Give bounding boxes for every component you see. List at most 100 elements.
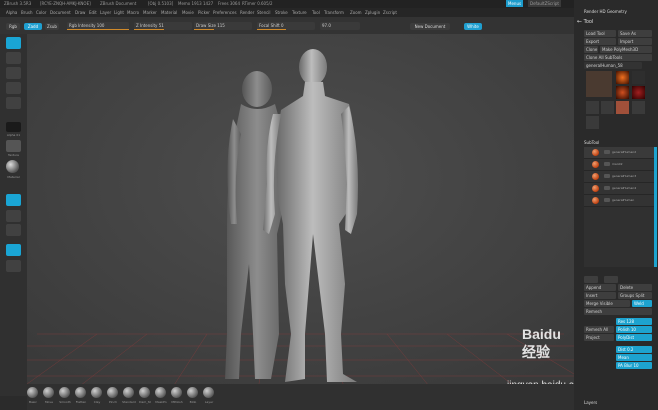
menu-item[interactable]: Brush bbox=[21, 10, 33, 15]
texture-thumbnail[interactable] bbox=[6, 140, 21, 152]
arrow-down-button[interactable] bbox=[604, 276, 618, 283]
tool-thumbnail[interactable] bbox=[632, 86, 645, 99]
load-tool-button[interactable]: Load Tool bbox=[584, 30, 616, 37]
menu-item[interactable]: Movie bbox=[182, 10, 194, 15]
merge-visible-button[interactable]: Merge Visible bbox=[584, 300, 630, 307]
tool-thumbnail[interactable] bbox=[632, 71, 645, 84]
brush-flatten-icon[interactable] bbox=[75, 387, 86, 398]
menu-item[interactable]: Document bbox=[50, 10, 71, 15]
menu-item[interactable]: Draw bbox=[75, 10, 85, 15]
brush-clay-icon[interactable] bbox=[91, 387, 102, 398]
persp-button[interactable] bbox=[6, 194, 21, 206]
menu-item[interactable]: Picker bbox=[198, 10, 210, 15]
tool-thumbnail[interactable] bbox=[616, 101, 629, 114]
brush-maskpen-icon[interactable] bbox=[155, 387, 166, 398]
menu-item[interactable]: Zscript bbox=[383, 10, 397, 15]
draw-mode-button[interactable] bbox=[6, 37, 21, 49]
menus-button[interactable]: Menus bbox=[506, 0, 524, 7]
menu-item[interactable]: Render bbox=[240, 10, 254, 15]
menu-item[interactable]: Stroke bbox=[275, 10, 288, 15]
save-as-button[interactable]: Save As bbox=[618, 30, 652, 37]
tool-thumbnail[interactable] bbox=[616, 71, 629, 84]
clone-all-subtools-button[interactable]: Clone All SubTools bbox=[584, 54, 652, 61]
default-zscript-button[interactable]: DefaultZScript bbox=[528, 0, 561, 7]
draw-size-slider[interactable]: Draw Size 115 bbox=[194, 22, 252, 30]
tool-thumbnail[interactable] bbox=[586, 116, 599, 129]
scale-mode-button[interactable] bbox=[6, 67, 21, 79]
pa-blur-slider[interactable]: PA Blur 10 bbox=[616, 362, 652, 369]
focal-shift-slider[interactable]: Focal Shift 0 bbox=[257, 22, 315, 30]
subtool-row[interactable]: generalHuman bbox=[584, 195, 654, 207]
brush-blob-icon[interactable] bbox=[187, 387, 198, 398]
local-button[interactable] bbox=[6, 224, 21, 236]
insert-button[interactable]: Insert bbox=[584, 292, 616, 299]
zadd-button[interactable]: Zadd bbox=[24, 23, 42, 30]
menu-item[interactable]: Macro bbox=[127, 10, 139, 15]
rgb-intensity-slider[interactable]: Rgb Intensity 100 bbox=[67, 22, 129, 30]
menu-item[interactable]: Transform bbox=[324, 10, 344, 15]
floor-button[interactable] bbox=[6, 210, 21, 222]
brush-smooth-icon[interactable] bbox=[59, 387, 70, 398]
brush-layer-icon[interactable] bbox=[203, 387, 214, 398]
dist-slider[interactable]: Dist 0.2 bbox=[616, 346, 652, 353]
menu-item[interactable]: Color bbox=[36, 10, 46, 15]
move-mode-button[interactable] bbox=[6, 52, 21, 64]
sculpt-canvas[interactable] bbox=[26, 34, 575, 397]
brush-standard-icon[interactable] bbox=[123, 387, 134, 398]
menu-item[interactable]: Texture bbox=[292, 10, 307, 15]
menu-item[interactable]: Zoom bbox=[350, 10, 362, 15]
mean-slider[interactable]: Mean bbox=[616, 354, 652, 361]
new-document-button[interactable]: New Document bbox=[410, 23, 450, 30]
tool-thumbnail[interactable] bbox=[616, 86, 629, 99]
clone-button[interactable]: Clone bbox=[584, 46, 598, 53]
subtool-row[interactable]: generalHuman3 bbox=[584, 171, 654, 183]
tool-thumbnail[interactable] bbox=[601, 101, 614, 114]
visibility-toggle[interactable] bbox=[604, 186, 610, 190]
zsub-button[interactable]: Zsub bbox=[45, 23, 59, 30]
rgb-button[interactable]: Rgb bbox=[6, 23, 20, 30]
visibility-toggle[interactable] bbox=[604, 150, 610, 154]
edit-mode-button[interactable] bbox=[6, 97, 21, 109]
rotate-mode-button[interactable] bbox=[6, 82, 21, 94]
brush-damst-icon[interactable] bbox=[139, 387, 150, 398]
material-sphere[interactable] bbox=[6, 160, 19, 173]
arrow-up-button[interactable] bbox=[584, 276, 598, 283]
menu-item[interactable]: Light bbox=[114, 10, 124, 15]
subtool-row[interactable]: generalHuman4 bbox=[584, 183, 654, 195]
menu-item[interactable]: Material bbox=[161, 10, 177, 15]
subtool-scrollbar[interactable] bbox=[654, 147, 657, 267]
subtool-row[interactable]: man02 bbox=[584, 159, 654, 171]
polydist-button[interactable]: PolyDist bbox=[616, 334, 652, 341]
visibility-toggle[interactable] bbox=[604, 162, 610, 166]
export-button[interactable]: Export bbox=[584, 38, 616, 45]
weld-button[interactable]: Weld bbox=[632, 300, 652, 307]
remesh-all-button[interactable]: Remesh All bbox=[584, 326, 614, 333]
brush-mpolish-icon[interactable] bbox=[171, 387, 182, 398]
brush-basic-icon[interactable] bbox=[27, 387, 38, 398]
menu-item[interactable]: Stencil bbox=[257, 10, 271, 15]
brush-pinch-icon[interactable] bbox=[107, 387, 118, 398]
z-intensity-slider[interactable]: Z Intensity 51 bbox=[134, 22, 192, 30]
tool-thumbnail[interactable] bbox=[632, 101, 645, 114]
groups-split-button[interactable]: Groups Split bbox=[618, 292, 652, 299]
menu-item[interactable]: Zplugin bbox=[365, 10, 380, 15]
alpha-thumbnail[interactable] bbox=[6, 122, 21, 132]
menu-item[interactable]: Marker bbox=[143, 10, 157, 15]
polish-slider[interactable]: Polish 10 bbox=[616, 326, 652, 333]
value-slider[interactable]: 97.0 bbox=[320, 22, 360, 30]
menu-item[interactable]: Layer bbox=[100, 10, 111, 15]
visibility-toggle[interactable] bbox=[604, 198, 610, 202]
canvas-viewport[interactable]: Baidu 经验 jingyan.baidu.com bbox=[26, 34, 588, 397]
frame-button[interactable] bbox=[6, 260, 21, 272]
xpose-button[interactable] bbox=[6, 244, 21, 256]
subtool-row[interactable]: generalHuman2 bbox=[584, 147, 654, 159]
res-slider[interactable]: Res 128 bbox=[616, 318, 652, 325]
tool-thumbnail[interactable] bbox=[586, 101, 599, 114]
white-button[interactable]: White bbox=[464, 23, 482, 30]
remesh-button[interactable]: Remesh bbox=[584, 308, 652, 315]
import-button[interactable]: Import bbox=[618, 38, 652, 45]
menu-item[interactable]: Tool bbox=[312, 10, 320, 15]
menu-item[interactable]: Edit bbox=[89, 10, 97, 15]
make-polymesh-button[interactable]: Make PolyMesh3D bbox=[600, 46, 652, 53]
tool-thumbnail-main[interactable] bbox=[586, 71, 612, 97]
